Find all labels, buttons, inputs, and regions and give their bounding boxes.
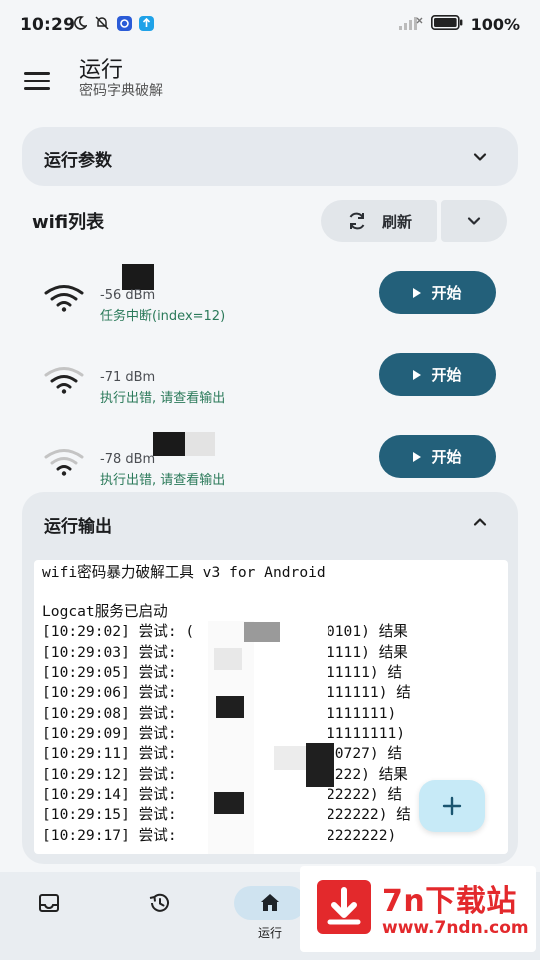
nav-item-history[interactable] <box>115 872 205 960</box>
moon-icon <box>72 15 88 31</box>
ssid-redacted <box>153 432 185 456</box>
start-button[interactable]: 开始 <box>379 271 496 314</box>
task-status: 执行出错, 请查看输出 <box>100 391 226 406</box>
status-bar: 10:29 100% <box>0 0 540 52</box>
status-left-icons <box>72 15 154 31</box>
history-icon <box>149 893 169 912</box>
download-logo-icon <box>317 880 371 934</box>
chevron-down-icon <box>467 217 481 225</box>
upload-badge-icon <box>138 15 154 31</box>
app-badge-icon <box>116 15 132 31</box>
ssid-redacted <box>185 432 215 456</box>
task-status: 执行出错, 请查看输出 <box>100 473 226 488</box>
wifi-list-header: wifi列表 <box>32 212 105 233</box>
play-icon <box>413 287 422 298</box>
redaction-mask <box>216 696 244 718</box>
console-line: wifi密码暴力破解工具 v3 for Android <box>42 564 326 581</box>
menu-icon-line <box>24 87 50 90</box>
menu-icon-line <box>24 72 50 75</box>
play-icon <box>413 369 422 380</box>
chevron-up-icon[interactable] <box>472 514 488 530</box>
redaction-mask <box>254 621 328 854</box>
page-subtitle: 密码字典破解 <box>79 83 163 99</box>
redaction-mask <box>244 622 280 642</box>
start-label: 开始 <box>431 284 462 302</box>
plus-icon <box>442 796 462 816</box>
redaction-mask <box>214 792 244 814</box>
wifi-medium-icon <box>44 367 84 394</box>
redaction-mask <box>306 743 334 787</box>
start-button[interactable]: 开始 <box>379 435 496 478</box>
signal-strength: -78 dBm <box>100 452 156 467</box>
run-output-title: 运行输出 <box>44 517 112 537</box>
nav-pill <box>124 886 196 920</box>
chevron-down-icon <box>473 153 487 161</box>
status-time: 10:29 <box>20 15 76 35</box>
add-fab-button[interactable] <box>419 780 485 832</box>
menu-icon-line <box>24 79 50 83</box>
status-right-icons: 100% <box>398 15 520 34</box>
start-label: 开始 <box>431 366 462 384</box>
refresh-icon <box>349 212 365 230</box>
run-params-title: 运行参数 <box>44 151 112 171</box>
start-button[interactable]: 开始 <box>379 353 496 396</box>
refresh-options-button[interactable] <box>441 200 507 242</box>
console-line: Logcat服务已启动 <box>42 603 168 620</box>
start-label: 开始 <box>431 448 462 466</box>
redaction-mask <box>214 648 242 670</box>
nav-pill <box>13 886 85 920</box>
mute-bell-icon <box>94 15 110 31</box>
ssid-redacted <box>122 264 154 290</box>
redaction-mask <box>274 746 308 770</box>
run-params-card[interactable]: 运行参数 <box>22 127 518 186</box>
wifi-strong-icon <box>44 285 84 312</box>
signal-icon <box>398 15 423 34</box>
watermark-title: 7n下载站 <box>382 884 517 919</box>
watermark-url: www.7ndn.com <box>382 918 529 938</box>
nav-label-run: 运行 <box>257 926 282 940</box>
watermark-logo: 7n下载站 www.7ndn.com <box>300 866 536 952</box>
battery-percent: 100% <box>470 15 520 34</box>
inbox-icon <box>39 894 59 912</box>
refresh-button[interactable]: 刷新 <box>321 200 437 242</box>
signal-strength: -71 dBm <box>100 370 156 385</box>
wifi-weak-icon <box>44 449 84 476</box>
refresh-label: 刷新 <box>381 212 412 231</box>
menu-button[interactable] <box>24 66 54 96</box>
nav-pill-active <box>234 886 306 920</box>
wifi-list-item: -56 dBm 任务中断(index=12) 开始 <box>0 260 540 330</box>
nav-item-inbox[interactable] <box>4 872 94 960</box>
app-bar: 运行 密码字典破解 <box>0 52 540 112</box>
play-icon <box>413 451 422 462</box>
wifi-list-item: -78 dBm 执行出错, 请查看输出 开始 <box>0 424 540 494</box>
battery-icon <box>430 15 463 34</box>
home-icon <box>261 894 279 911</box>
task-status: 任务中断(index=12) <box>100 309 226 324</box>
signal-strength: -56 dBm <box>100 288 156 303</box>
wifi-list-item: -71 dBm 执行出错, 请查看输出 开始 <box>0 342 540 412</box>
